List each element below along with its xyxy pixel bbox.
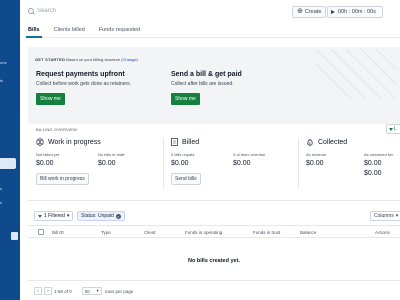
document-icon — [171, 138, 178, 146]
chevron-down-icon: ▾ — [66, 213, 70, 219]
work-in-progress-section: Work in progress Not billed yet $0.00 No… — [36, 138, 124, 185]
filtered-chip[interactable]: 1 Filtered ▾ — [34, 211, 74, 221]
tab-funds-requested[interactable]: Funds requested — [99, 24, 140, 37]
bills-unpaid-value: $0.00 — [171, 160, 189, 167]
create-button[interactable]: ⊕ Create — [292, 6, 327, 18]
tab-bills[interactable]: Bills — [26, 24, 42, 38]
timer-button[interactable]: 00h : 00m : 00s — [327, 6, 383, 18]
divider — [163, 138, 164, 188]
status-filter-label: Status: Unpaid — [81, 213, 114, 219]
send-bills-button[interactable]: Send bills — [171, 173, 201, 185]
work-in-progress-title: Work in progress — [48, 138, 101, 146]
clear-filter-icon[interactable]: × — [115, 213, 121, 219]
select-all-checkbox[interactable] — [38, 229, 44, 235]
empty-table-message: No bills created yet. — [188, 258, 240, 264]
draft-value: $0.00 — [98, 160, 116, 167]
upfront-show-me-button[interactable]: Show me — [36, 93, 65, 105]
bills-table-header: Bill ID Type Client Funds in operating F… — [28, 225, 400, 238]
upfront-card: Request payments upfront Collect before … — [36, 71, 131, 105]
global-search[interactable] — [28, 8, 157, 14]
chevron-down-icon: ▾ — [96, 288, 99, 293]
decorative-pattern-icon — [316, 49, 396, 99]
sidebar-item-label[interactable]: ts — [0, 78, 3, 83]
sidebar: ons ts s s — [0, 0, 20, 300]
revenue-label: As revenue — [306, 152, 327, 157]
svg-text:$: $ — [309, 141, 311, 145]
column-actions: Actions — [375, 230, 390, 235]
timer-value: 00h : 00m : 00s — [338, 9, 376, 15]
bill-show-me-button[interactable]: Show me — [171, 93, 200, 105]
column-funds-trust[interactable]: Funds in trust — [253, 230, 280, 235]
columns-label: Columns — [374, 213, 394, 219]
filter-icon — [389, 127, 393, 131]
get-started-title: GET STARTED — [35, 57, 66, 62]
tab-clients-billed[interactable]: Clients billed — [54, 24, 85, 37]
get-started-subtitle: Based on your billing structure — [66, 57, 121, 62]
divider — [28, 280, 400, 281]
bill-card: Send a bill & get paid Collect after bil… — [171, 71, 242, 105]
overdue-value: $0.00 — [233, 160, 251, 167]
column-type[interactable]: Type — [101, 230, 111, 235]
hourglass-icon — [36, 138, 44, 146]
draft-label: No bills in draft — [98, 152, 125, 157]
rows-per-page-label: rows per page — [104, 288, 134, 294]
sidebar-item-label[interactable]: s — [0, 186, 2, 191]
page-size-value: 50 — [84, 288, 90, 294]
column-bill-id[interactable]: Bill ID — [52, 230, 64, 235]
play-icon — [331, 10, 335, 14]
upfront-subtitle: Collect before work gets done as retaine… — [36, 81, 132, 87]
overview-filter-label: L — [394, 126, 397, 132]
create-button-label: Create — [304, 9, 322, 15]
unearned-funds-label: As unearned fun — [364, 152, 394, 157]
column-funds-operating[interactable]: Funds in operating — [185, 230, 222, 235]
pagination: ‹ › 1-50 of 0 50 ▾ rows per page — [34, 287, 133, 295]
billing-overview-label: BILLING OVERVIEW — [36, 127, 78, 132]
money-bag-icon: $ — [307, 139, 313, 146]
collected-title: Collected — [318, 138, 348, 146]
bill-subtitle: Collect after bills are issued. — [171, 81, 234, 87]
collapse-sidebar-button[interactable] — [11, 232, 18, 240]
page-size-select[interactable]: 50 ▾ — [81, 287, 102, 295]
get-started-card: GET STARTED Based on your billing struct… — [28, 47, 400, 124]
column-balance[interactable]: Balance — [300, 230, 316, 235]
search-icon — [28, 8, 34, 14]
collected-section: $ Collected As revenue $0.00 As unearned… — [306, 138, 394, 178]
next-page-button[interactable]: › — [44, 287, 52, 295]
bill-title: Send a bill & get paid — [171, 71, 242, 78]
upfront-title: Request payments upfront — [36, 71, 125, 78]
chevron-down-icon: ▾ — [395, 213, 399, 219]
columns-button[interactable]: Columns ▾ — [370, 211, 400, 221]
column-client[interactable]: Client — [144, 230, 156, 235]
sidebar-item-label[interactable]: s — [0, 200, 2, 205]
sidebar-item-active[interactable] — [0, 158, 16, 169]
overview-filter-button[interactable]: L — [386, 124, 400, 134]
plus-icon: ⊕ — [297, 8, 303, 15]
change-structure-link[interactable]: (Change) — [121, 57, 138, 62]
bills-tabs: Bills Clients billed Funds requested — [26, 24, 400, 38]
billed-title: Billed — [182, 138, 200, 146]
search-input[interactable] — [37, 8, 157, 14]
pagination-range: 1-50 of 0 — [54, 288, 72, 294]
billed-section: Billed 0 bills unpaid $0.00 0 of them ov… — [171, 138, 265, 185]
previous-page-button[interactable]: ‹ — [34, 287, 42, 295]
not-billed-value: $0.00 — [36, 160, 54, 167]
status-filter-chip[interactable]: Status: Unpaid × — [77, 211, 125, 221]
filter-icon — [38, 214, 42, 218]
revenue-value: $0.00 — [306, 160, 324, 167]
additional-funds-value: $0.00 — [364, 170, 382, 177]
divider — [298, 138, 299, 188]
filtered-label: 1 Filtered — [44, 213, 65, 219]
bills-unpaid-label: 0 bills unpaid — [171, 152, 195, 157]
divider — [28, 200, 400, 201]
sidebar-item-label[interactable]: ons — [0, 60, 6, 65]
overdue-label: 0 of them overdue — [233, 152, 266, 157]
bill-work-in-progress-button[interactable]: Bill work in progress — [36, 173, 89, 185]
not-billed-label: Not billed yet — [36, 152, 60, 157]
get-started-heading: GET STARTED Based on your billing struct… — [35, 57, 138, 62]
unearned-funds-value: $0.00 — [364, 160, 382, 167]
